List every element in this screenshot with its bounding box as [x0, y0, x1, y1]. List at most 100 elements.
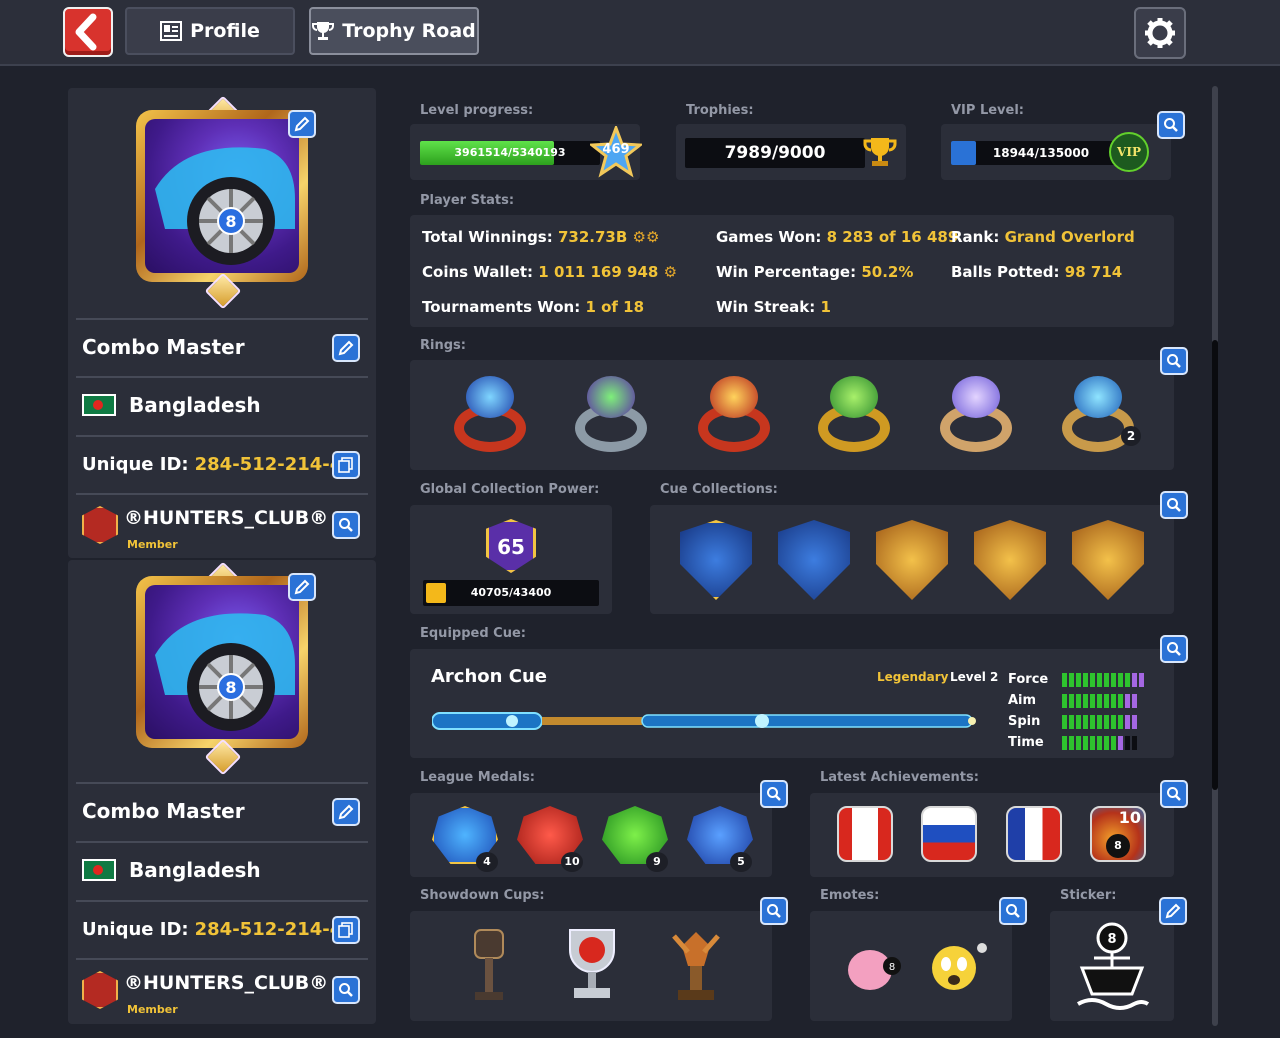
bangladesh-flag-icon	[82, 394, 116, 416]
country-row: Bangladesh	[76, 376, 368, 432]
unique-id-label: Unique ID:	[82, 918, 189, 940]
ring-gem	[1074, 376, 1122, 418]
rings-label: Rings:	[420, 338, 466, 353]
copy-id-button[interactable]	[332, 916, 360, 944]
pirate-ship-sticker-icon[interactable]: 8	[1072, 918, 1152, 1014]
bar-segment	[1083, 673, 1088, 687]
totem-cup-icon[interactable]	[467, 926, 511, 1006]
bar-segment	[1118, 694, 1123, 708]
achievements-search-button[interactable]	[1160, 780, 1188, 808]
canada-achievement-icon[interactable]	[837, 806, 893, 862]
cue-search-button[interactable]	[1160, 635, 1188, 663]
ring-item[interactable]	[569, 372, 653, 456]
edit-name-button[interactable]	[332, 798, 360, 826]
ring-gem	[466, 376, 514, 418]
bar-segment	[1069, 673, 1074, 687]
edit-avatar-button[interactable]	[288, 110, 316, 138]
ring-item[interactable]	[812, 372, 896, 456]
trophies-value: 7989/9000	[685, 138, 865, 168]
ring-gem	[830, 376, 878, 418]
medal-count: 4	[476, 852, 498, 872]
edit-sticker-button[interactable]	[1159, 897, 1187, 925]
chevron-left-icon	[75, 13, 97, 51]
emotes-label: Emotes:	[820, 888, 880, 903]
shocked-emote-icon[interactable]	[918, 936, 990, 996]
vip-badge-icon: VIP	[1109, 132, 1149, 172]
club-name: ®HUNTERS_CLUB®	[124, 972, 329, 994]
bar-segment	[1111, 673, 1116, 687]
player-stats-panel: Total Winnings: 732.73B ⚙⚙ Coins Wallet:…	[410, 215, 1174, 327]
bar-segment	[1062, 715, 1067, 729]
search-icon	[767, 787, 781, 801]
back-button[interactable]	[63, 7, 113, 57]
games-won-value: 8 283 of 16 489	[826, 228, 959, 246]
medals-search-button[interactable]	[760, 780, 788, 808]
pig-emote-icon[interactable]: 8	[844, 940, 904, 996]
bar-segment	[1097, 673, 1102, 687]
cue-collections-search-button[interactable]	[1160, 491, 1188, 519]
medal-count: 10	[561, 852, 583, 872]
rank-value: Grand Overlord	[1004, 228, 1135, 246]
level-progress-bar: 3961514/5340193	[420, 141, 600, 165]
rank-label: Rank:	[951, 228, 1000, 246]
bar-segment	[1111, 736, 1116, 750]
russia-achievement-icon[interactable]	[921, 806, 977, 862]
club-search-button[interactable]	[332, 511, 360, 539]
ring-item[interactable]	[934, 372, 1018, 456]
country-name: Bangladesh	[129, 858, 261, 882]
bar-segment	[1118, 715, 1123, 729]
bar-segment	[1097, 715, 1102, 729]
ring-item[interactable]	[448, 372, 532, 456]
coins-stack-icon: ⚙⚙	[632, 228, 660, 246]
club-search-button[interactable]	[332, 976, 360, 1004]
club-role: Member	[127, 1003, 178, 1016]
profile-card-2: 8 Combo Master Bangladesh Unique ID: 284…	[68, 560, 376, 1024]
bar-segment	[1076, 715, 1081, 729]
vip-search-button[interactable]	[1157, 111, 1185, 139]
edit-name-button[interactable]	[332, 334, 360, 362]
spin-label: Spin	[1008, 714, 1041, 729]
equipped-cue-panel: Archon Cue Legendary Level 2 Force Aim S…	[410, 649, 1174, 758]
bar-segment	[1069, 715, 1074, 729]
showdown-search-button[interactable]	[760, 897, 788, 925]
level-panel: 3961514/5340193 469	[410, 123, 645, 180]
bar-segment	[1111, 715, 1116, 729]
search-icon	[1167, 642, 1181, 656]
bar-segment	[1097, 736, 1102, 750]
pencil-icon	[338, 804, 354, 820]
tournaments-won-value: 1 of 18	[585, 298, 645, 316]
level-progress-text: 3961514/5340193	[454, 146, 566, 159]
avatar-image: 8	[145, 585, 299, 739]
settings-button[interactable]	[1134, 7, 1186, 59]
edit-avatar-button[interactable]	[288, 573, 316, 601]
level-progress-label: Level progress:	[420, 103, 534, 118]
club-row: ®HUNTERS_CLUB® Member	[76, 958, 368, 1020]
rings-search-button[interactable]	[1160, 347, 1188, 375]
ring-item[interactable]	[692, 372, 776, 456]
copy-id-button[interactable]	[332, 451, 360, 479]
tab-trophy-road[interactable]: Trophy Road	[309, 7, 479, 55]
scrollbar-thumb[interactable]	[1212, 340, 1218, 790]
sticker-label: Sticker:	[1060, 888, 1117, 903]
ring-gem	[587, 376, 635, 418]
win-streak-label: Win Streak:	[716, 298, 816, 316]
emotes-search-button[interactable]	[999, 897, 1027, 925]
vip-progress-bar: 18944/135000	[951, 141, 1131, 165]
bar-segment	[1097, 694, 1102, 708]
trophy-icon	[312, 22, 335, 40]
angry-bird-cup-icon[interactable]	[556, 926, 628, 1006]
ring-count-badge: 2	[1121, 426, 1141, 446]
tab-profile[interactable]: Profile	[125, 7, 295, 55]
ball-streak-achievement-icon[interactable]: 10 8	[1090, 806, 1146, 862]
dragon-cup-icon[interactable]	[666, 926, 726, 1006]
spider-club-icon	[82, 506, 118, 544]
france-achievement-icon[interactable]	[1006, 806, 1062, 862]
search-icon	[1167, 787, 1181, 801]
search-icon	[339, 983, 353, 997]
unique-id-value: 284-512-214-4	[194, 453, 343, 475]
cue-level: Level 2	[950, 670, 999, 684]
tab-profile-label: Profile	[190, 20, 260, 42]
player-stats-label: Player Stats:	[420, 193, 515, 208]
search-icon	[1164, 118, 1178, 132]
coin-icon: ⚙	[663, 263, 678, 281]
